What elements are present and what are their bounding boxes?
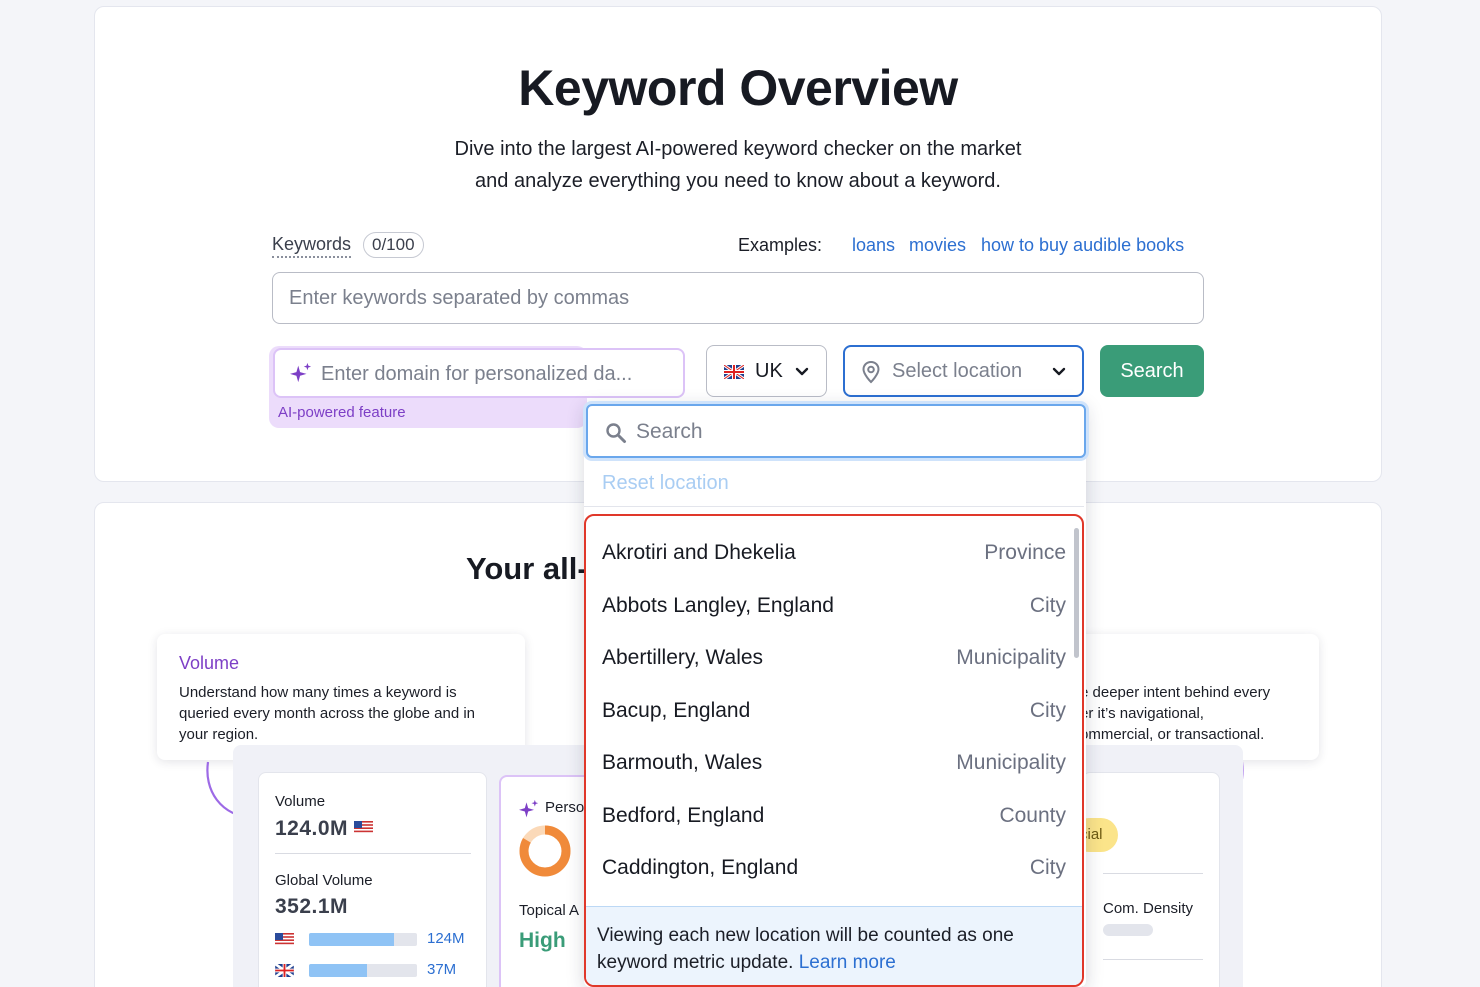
learn-more-link[interactable]: Learn more — [799, 952, 896, 973]
volume-label: Volume — [275, 793, 326, 810]
search-button[interactable]: Search — [1100, 345, 1204, 397]
global-volume-label: Global Volume — [275, 872, 373, 889]
location-name: Abertillery, Wales — [602, 646, 764, 669]
topical-authority-label: Topical A — [519, 902, 580, 919]
location-dropdown: Reset location Akrotiri and Dhekelia Pro… — [584, 403, 1086, 987]
intent-body-line-2: er it’s navigational, — [1080, 705, 1204, 722]
location-name: Bedford, England — [602, 804, 765, 827]
location-option[interactable]: Abertillery, Wales Municipality — [586, 632, 1082, 684]
personal-label: Perso — [545, 799, 585, 816]
page-title: Keyword Overview — [518, 60, 958, 116]
volume-widget: Volume 124.0M Global Volume 352.1M 124M … — [258, 772, 487, 987]
subtitle-line-2: and analyze everything you need to know … — [475, 170, 1001, 192]
location-type: City — [1029, 856, 1066, 879]
keywords-count-badge: 0/100 — [363, 232, 424, 258]
volume-bar-track — [309, 933, 417, 946]
location-search-box[interactable] — [586, 404, 1086, 458]
location-placeholder: Select location — [892, 360, 1023, 382]
com-density-label: Com. Density — [1103, 900, 1194, 917]
uk-flag-icon — [724, 365, 744, 379]
section-title: Your all- — [466, 551, 588, 586]
domain-placeholder: Enter domain for personalized da... — [321, 363, 633, 385]
footer-note-text: Viewing each new location will be counte… — [597, 922, 1067, 976]
sparkle-icon — [519, 799, 539, 818]
location-type: Province — [984, 541, 1066, 564]
domain-input[interactable]: Enter domain for personalized da... — [273, 348, 685, 398]
examples-label: Examples: — [738, 235, 823, 255]
intent-body-line-1: e deeper intent behind every — [1080, 684, 1271, 701]
us-flag-icon — [275, 933, 294, 946]
location-pin-icon — [862, 360, 880, 384]
keywords-input[interactable] — [272, 272, 1204, 324]
search-icon — [606, 423, 626, 443]
location-type: County — [999, 804, 1066, 827]
database-select[interactable]: UK — [706, 345, 827, 397]
volume-number: 124.0M — [275, 817, 349, 840]
divider — [1103, 959, 1203, 960]
location-type: City — [1029, 594, 1066, 617]
location-option[interactable]: Abbots Langley, England City — [586, 580, 1082, 632]
location-search-input[interactable] — [636, 412, 1056, 452]
country-volume-row: 124M — [275, 930, 475, 948]
location-option[interactable]: Bacup, England City — [586, 685, 1082, 737]
location-option[interactable]: Caddington, England City — [586, 842, 1082, 894]
chevron-down-icon — [795, 367, 809, 376]
location-type: City — [1029, 699, 1066, 722]
location-type: Municipality — [956, 646, 1066, 669]
volume-bar-fill — [309, 964, 368, 977]
volume-info-title: Volume — [179, 653, 240, 673]
us-flag-icon — [354, 821, 374, 834]
volume-value: 124.0M — [275, 817, 374, 841]
keywords-label[interactable]: Keywords — [272, 234, 352, 258]
location-name: Abbots Langley, England — [602, 594, 834, 617]
intent-widget: Com. Density — [1082, 772, 1220, 987]
page-subtitle: Dive into the largest AI-powered keyword… — [95, 133, 1381, 197]
location-option[interactable]: Barmouth, Wales Municipality — [586, 737, 1082, 789]
location-type: Municipality — [956, 751, 1066, 774]
volume-bar-value: 37M — [427, 961, 457, 978]
volume-bar-fill — [309, 933, 395, 946]
uk-flag-icon — [275, 964, 294, 977]
volume-bar-track — [309, 964, 417, 977]
topical-authority-value: High — [519, 929, 566, 952]
volume-info-body: Understand how many times a keyword is q… — [179, 684, 476, 743]
location-list: Akrotiri and Dhekelia Province Abbots La… — [584, 514, 1084, 987]
intent-info-body: e deeper intent behind every er it’s nav… — [1080, 682, 1320, 745]
difficulty-donut — [519, 825, 571, 877]
divider — [584, 506, 1084, 507]
location-name: Caddington, England — [602, 856, 799, 879]
location-select[interactable]: Select location — [843, 345, 1084, 397]
example-link-audible[interactable]: how to buy audible books — [981, 235, 1184, 256]
com-density-bar — [1103, 924, 1153, 936]
list-scrollbar[interactable] — [1074, 528, 1079, 658]
location-option[interactable]: Bedford, England County — [586, 790, 1082, 842]
global-volume-value: 352.1M — [275, 895, 349, 918]
ai-powered-label: AI-powered feature — [278, 404, 406, 421]
location-footer-note: Viewing each new location will be counte… — [586, 906, 1082, 985]
location-name: Akrotiri and Dhekelia — [602, 541, 796, 564]
chevron-down-icon — [1052, 367, 1066, 376]
country-volume-row: 37M — [275, 961, 475, 979]
example-link-movies[interactable]: movies — [909, 235, 966, 256]
database-selected: UK — [755, 360, 783, 382]
volume-bar-value: 124M — [427, 930, 465, 947]
location-name: Bacup, England — [602, 699, 751, 722]
example-link-loans[interactable]: loans — [852, 235, 895, 256]
volume-info-card: Volume Understand how many times a keywo… — [157, 634, 525, 760]
reset-location-option[interactable]: Reset location — [602, 472, 729, 495]
intent-body-line-3: ommercial, or transactional. — [1080, 726, 1265, 743]
divider — [1103, 873, 1203, 874]
subtitle-line-1: Dive into the largest AI-powered keyword… — [454, 138, 1022, 160]
sparkle-icon — [290, 362, 312, 383]
divider — [275, 853, 471, 854]
location-option[interactable]: Akrotiri and Dhekelia Province — [586, 527, 1082, 579]
location-name: Barmouth, Wales — [602, 751, 763, 774]
